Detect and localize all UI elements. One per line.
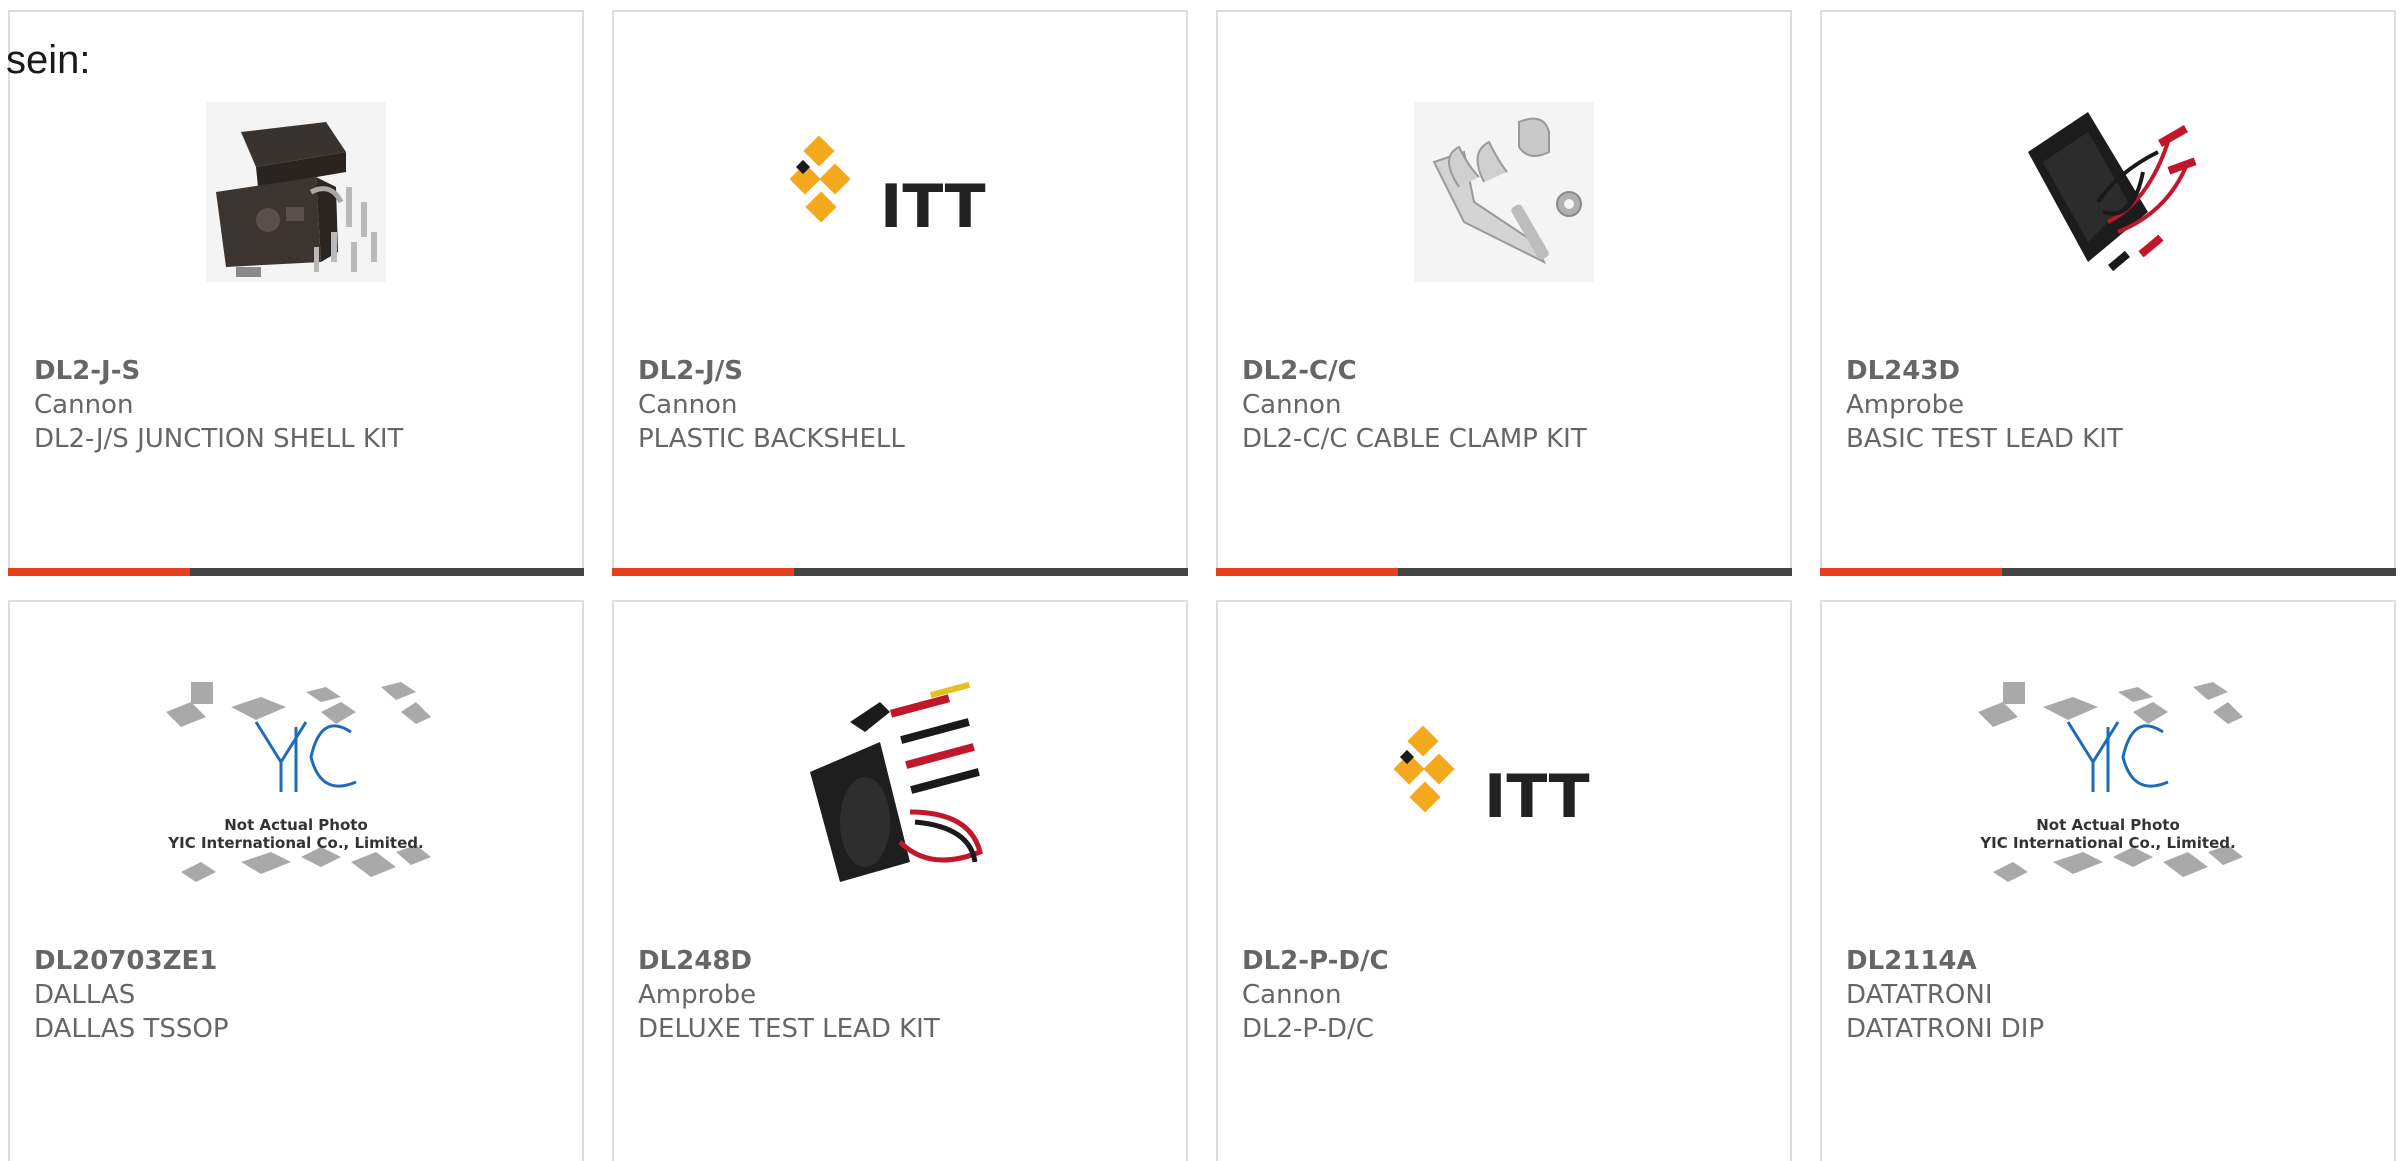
- card-bottom-bar: [612, 568, 1188, 576]
- brand-name: DALLAS: [34, 980, 136, 1010]
- brand-name: Amprobe: [1846, 390, 1965, 420]
- placeholder-line-2: YIC International Co., Limited.: [1979, 834, 2235, 852]
- product-image[interactable]: ITT: [1218, 632, 1790, 932]
- product-card[interactable]: DL248D Amprobe DELUXE TEST LEAD KIT: [612, 600, 1188, 1161]
- product-info: DL2-J-S Cannon DL2-J/S JUNCTION SHELL KI…: [34, 354, 570, 456]
- placeholder-line-1: Not Actual Photo: [224, 816, 368, 834]
- part-number[interactable]: DL248D: [638, 944, 1174, 978]
- part-number[interactable]: DL2-C/C: [1242, 354, 1778, 388]
- product-description: BASIC TEST LEAD KIT: [1846, 424, 2123, 454]
- lead-in-text: sein:: [6, 38, 91, 82]
- part-number[interactable]: DL2-P-D/C: [1242, 944, 1778, 978]
- itt-logo-icon: ITT: [1394, 725, 1590, 832]
- yic-placeholder-icon: Not Actual Photo YIC International Co., …: [166, 682, 431, 882]
- card-bottom-bar: [1216, 568, 1792, 576]
- product-card[interactable]: ITT DL2-J/S Cannon PLASTIC BACKSHELL: [612, 10, 1188, 576]
- card-bottom-bar: [1820, 568, 2396, 576]
- product-description: DALLAS TSSOP: [34, 1014, 229, 1044]
- part-number[interactable]: DL2114A: [1846, 944, 2382, 978]
- brand-name: Amprobe: [638, 980, 757, 1010]
- itt-logo-text: ITT: [880, 172, 986, 242]
- product-description: DELUXE TEST LEAD KIT: [638, 1014, 940, 1044]
- product-info: DL248D Amprobe DELUXE TEST LEAD KIT: [638, 944, 1174, 1046]
- product-card[interactable]: Not Actual Photo YIC International Co., …: [1820, 600, 2396, 1161]
- product-info: DL2114A DATATRONI DATATRONI DIP: [1846, 944, 2382, 1046]
- junction-shell-kit-icon: [206, 102, 386, 282]
- brand-name: Cannon: [1242, 390, 1342, 420]
- product-image[interactable]: ITT: [614, 42, 1186, 342]
- product-card[interactable]: DL2-J-S Cannon DL2-J/S JUNCTION SHELL KI…: [8, 10, 584, 576]
- placeholder-line-2: YIC International Co., Limited.: [167, 834, 423, 852]
- product-info: DL2-J/S Cannon PLASTIC BACKSHELL: [638, 354, 1174, 456]
- product-grid-page: sein: DL2-J-S Cannon DL2-J/S JUNCTION SH…: [0, 0, 2400, 1161]
- product-image[interactable]: Not Actual Photo YIC International Co., …: [1822, 632, 2394, 932]
- itt-logo-text: ITT: [1484, 762, 1590, 832]
- card-bottom-bar: [8, 568, 584, 576]
- product-card[interactable]: DL243D Amprobe BASIC TEST LEAD KIT: [1820, 10, 2396, 576]
- product-info: DL20703ZE1 DALLAS DALLAS TSSOP: [34, 944, 570, 1046]
- product-image[interactable]: [614, 632, 1186, 932]
- brand-name: Cannon: [1242, 980, 1342, 1010]
- product-description: DL2-C/C CABLE CLAMP KIT: [1242, 424, 1587, 454]
- brand-name: Cannon: [638, 390, 738, 420]
- placeholder-line-1: Not Actual Photo: [2036, 816, 2180, 834]
- product-image[interactable]: Not Actual Photo YIC International Co., …: [10, 632, 582, 932]
- cable-clamp-kit-icon: [1414, 102, 1594, 282]
- card-accent-bar: [8, 568, 190, 576]
- deluxe-test-lead-kit-icon: [810, 681, 983, 882]
- product-info: DL2-C/C Cannon DL2-C/C CABLE CLAMP KIT: [1242, 354, 1778, 456]
- product-card[interactable]: ITT DL2-P-D/C Cannon DL2-P-D/C: [1216, 600, 1792, 1161]
- brand-name: Cannon: [34, 390, 134, 420]
- product-info: DL2-P-D/C Cannon DL2-P-D/C: [1242, 944, 1778, 1046]
- product-description: DL2-J/S JUNCTION SHELL KIT: [34, 424, 404, 454]
- part-number[interactable]: DL2-J/S: [638, 354, 1174, 388]
- card-accent-bar: [612, 568, 794, 576]
- brand-name: DATATRONI: [1846, 980, 1993, 1010]
- product-image[interactable]: [1218, 42, 1790, 342]
- product-image[interactable]: [10, 42, 582, 342]
- test-lead-kit-icon: [2028, 112, 2197, 272]
- product-description: DL2-P-D/C: [1242, 1014, 1374, 1044]
- itt-logo-icon: ITT: [790, 135, 986, 242]
- part-number[interactable]: DL20703ZE1: [34, 944, 570, 978]
- card-accent-bar: [1216, 568, 1398, 576]
- product-description: PLASTIC BACKSHELL: [638, 424, 905, 454]
- product-image[interactable]: [1822, 42, 2394, 342]
- product-card[interactable]: DL2-C/C Cannon DL2-C/C CABLE CLAMP KIT: [1216, 10, 1792, 576]
- product-info: DL243D Amprobe BASIC TEST LEAD KIT: [1846, 354, 2382, 456]
- part-number[interactable]: DL2-J-S: [34, 354, 570, 388]
- product-description: DATATRONI DIP: [1846, 1014, 2045, 1044]
- card-accent-bar: [1820, 568, 2002, 576]
- part-number[interactable]: DL243D: [1846, 354, 2382, 388]
- yic-placeholder-icon: Not Actual Photo YIC International Co., …: [1978, 682, 2243, 882]
- product-card[interactable]: Not Actual Photo YIC International Co., …: [8, 600, 584, 1161]
